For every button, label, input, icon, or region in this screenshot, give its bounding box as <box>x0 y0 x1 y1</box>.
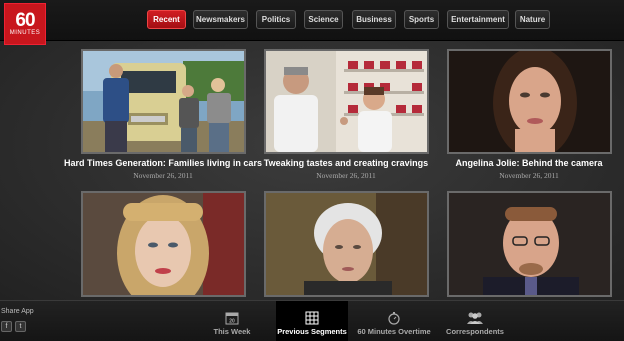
segment-date: November 26, 2011 <box>499 171 559 180</box>
segments-grid: Hard Times Generation: Families living i… <box>0 41 624 300</box>
category-nav: Recent Newsmakers Politics Science Busin… <box>0 10 624 30</box>
people-icon <box>467 312 483 324</box>
nav-previous-segments[interactable]: Previous Segments <box>276 301 348 341</box>
tab-sports[interactable]: Sports <box>404 10 439 29</box>
tab-entertainment[interactable]: Entertainment <box>447 10 509 29</box>
segment-title[interactable]: Angelina Jolie: Behind the camera <box>429 158 624 168</box>
facebook-share-button[interactable]: f <box>1 321 12 332</box>
nav-60-minutes-overtime[interactable]: 60 Minutes Overtime <box>356 301 432 341</box>
tab-science[interactable]: Science <box>304 10 343 29</box>
stopwatch-icon <box>388 312 400 325</box>
segment-date: November 26, 2011 <box>316 171 376 180</box>
nav-label: Previous Segments <box>277 327 347 336</box>
bottom-navigation-bar: Share App f t 20 This Week Previous Segm… <box>0 300 624 341</box>
segment-thumbnail[interactable] <box>264 49 429 154</box>
segment-title[interactable]: Tweaking tastes and creating cravings <box>246 158 446 168</box>
segment-title[interactable]: Hard Times Generation: Families living i… <box>63 158 263 168</box>
segment-thumbnail[interactable] <box>81 191 246 297</box>
segment-thumbnail[interactable] <box>447 49 612 154</box>
sixty-minutes-logo[interactable]: 60 MINUTES <box>4 3 46 45</box>
tab-recent[interactable]: Recent <box>147 10 186 29</box>
top-navigation-bar: Recent Newsmakers Politics Science Busin… <box>0 0 624 41</box>
nav-label: 60 Minutes Overtime <box>357 327 431 336</box>
logo-number: 60 <box>15 9 35 31</box>
tab-nature[interactable]: Nature <box>515 10 550 29</box>
nav-this-week[interactable]: 20 This Week <box>203 301 261 341</box>
tab-politics[interactable]: Politics <box>256 10 296 29</box>
tab-newsmakers[interactable]: Newsmakers <box>193 10 248 29</box>
nav-label: This Week <box>213 327 251 336</box>
calendar-icon: 20 <box>225 312 239 325</box>
segment-thumbnail[interactable] <box>264 191 429 297</box>
nav-correspondents[interactable]: Correspondents <box>442 301 508 341</box>
segment-date: November 26, 2011 <box>133 171 193 180</box>
nav-label: Correspondents <box>446 327 504 336</box>
tab-business[interactable]: Business <box>352 10 396 29</box>
segment-thumbnail[interactable] <box>447 191 612 297</box>
logo-word: MINUTES <box>9 29 41 36</box>
segment-thumbnail[interactable] <box>81 49 246 154</box>
grid-icon <box>305 311 319 325</box>
calendar-day: 20 <box>229 319 235 325</box>
share-app-label: Share App <box>1 308 34 315</box>
twitter-share-button[interactable]: t <box>15 321 26 332</box>
